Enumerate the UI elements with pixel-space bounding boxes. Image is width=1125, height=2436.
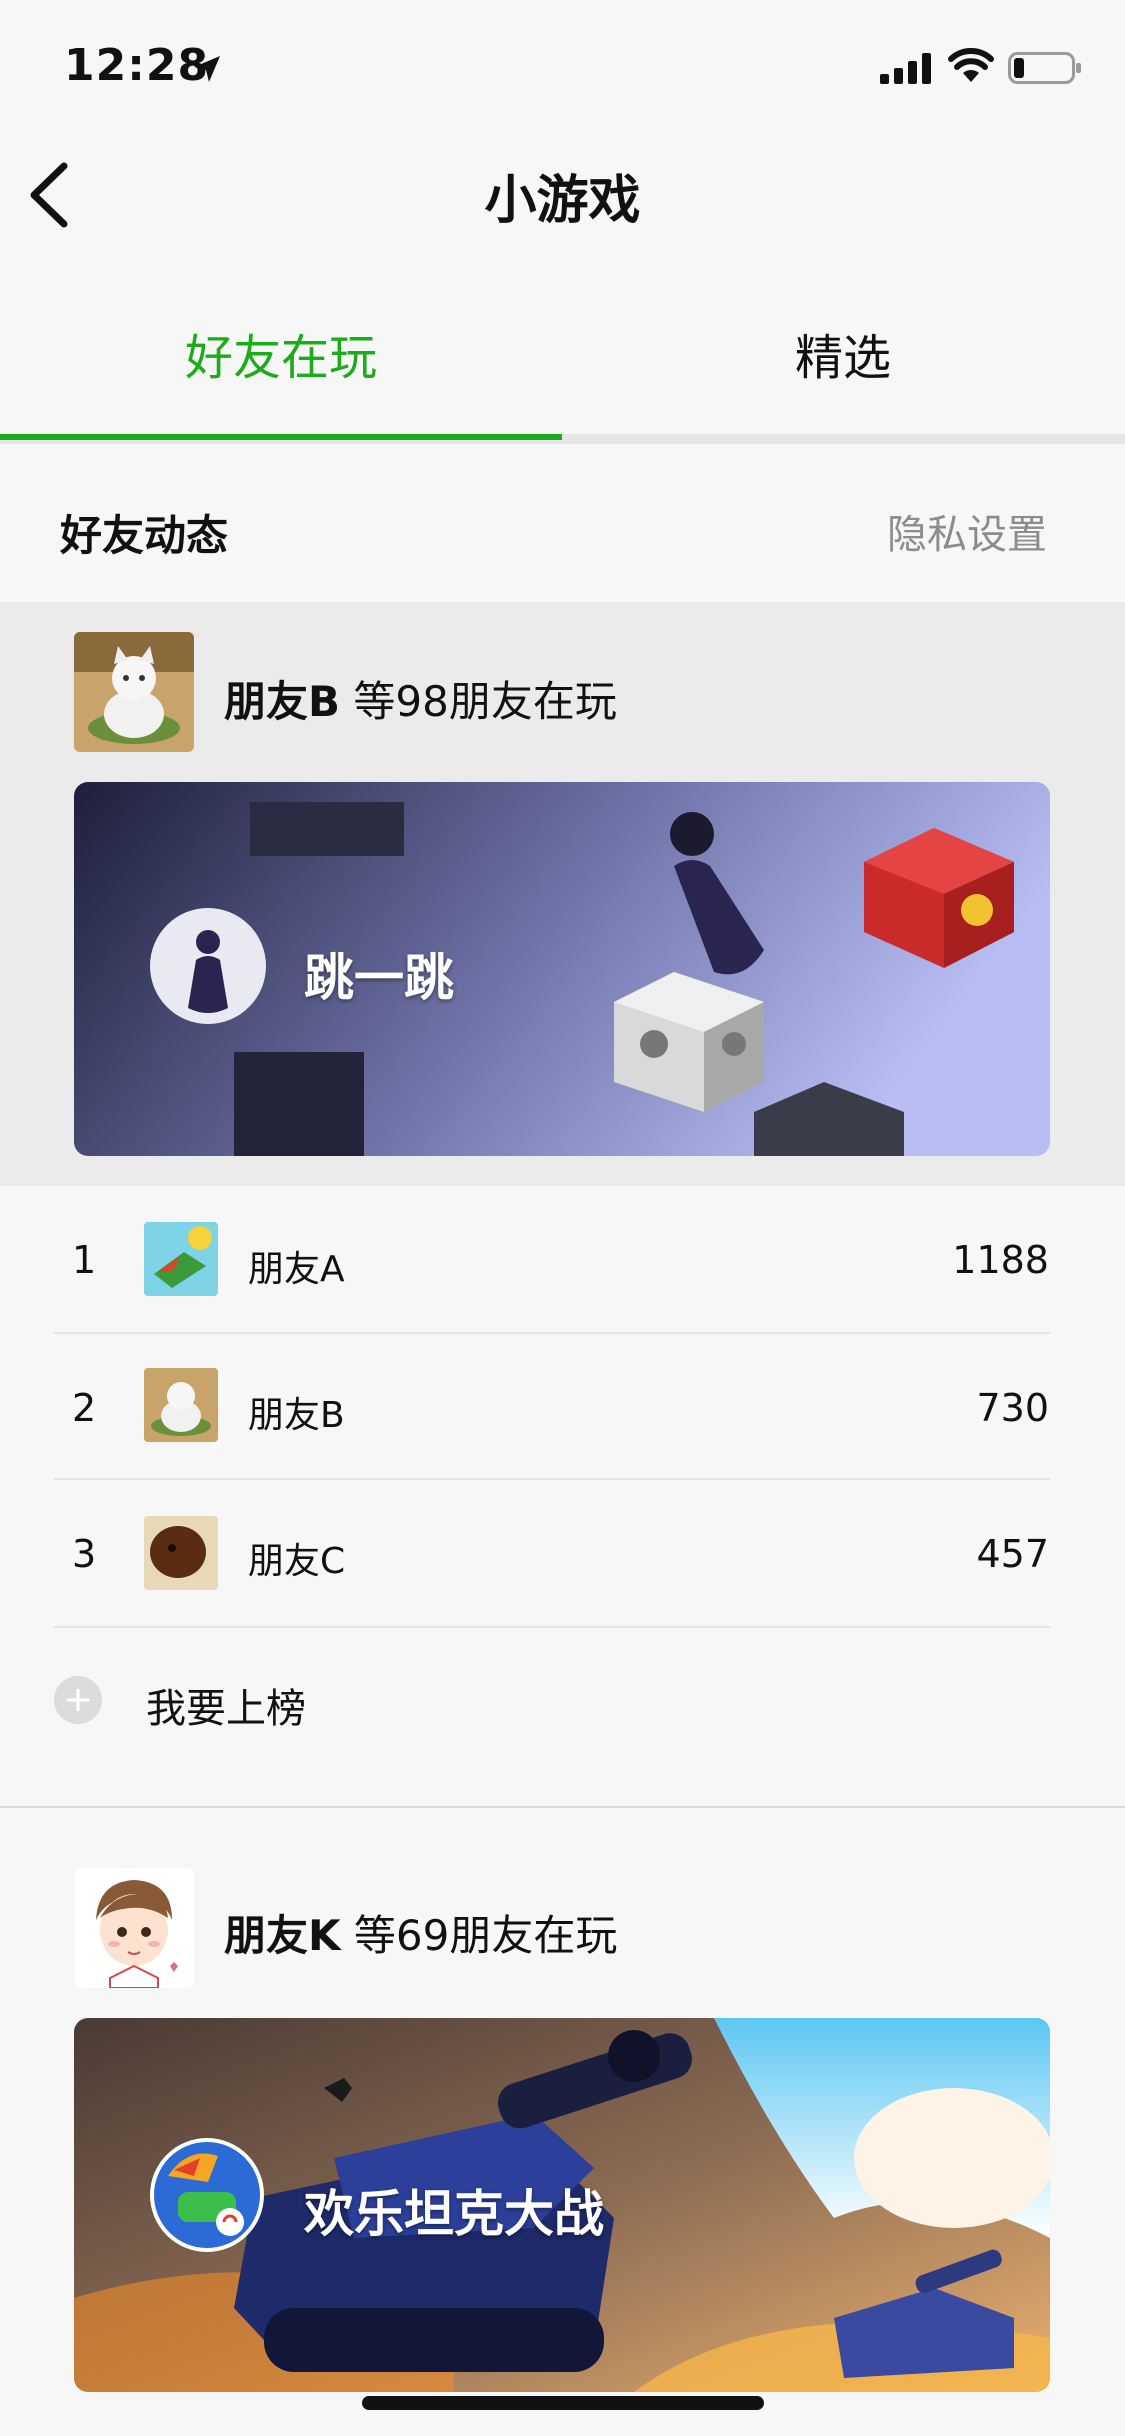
leaderboard-row[interactable]: 3 朋友C 457 — [0, 1480, 1125, 1626]
game-name: 跳一跳 — [304, 949, 454, 1007]
game-banner[interactable]: 欢乐坦克大战 — [74, 2018, 1050, 2392]
row-divider — [54, 1626, 1050, 1628]
rank-avatar — [144, 1222, 218, 1296]
game-name: 欢乐坦克大战 — [304, 2185, 604, 2243]
status-time: 12:28 — [64, 40, 210, 91]
game-banner[interactable]: 跳一跳 — [74, 782, 1050, 1156]
tab-featured[interactable]: 精选 — [562, 318, 1124, 388]
section-title: 好友动态 — [60, 511, 229, 560]
tab-active-indicator — [0, 434, 562, 440]
page-title: 小游戏 — [484, 171, 641, 231]
location-arrow-icon — [194, 56, 220, 82]
rank-score: 1188 — [952, 1238, 1049, 1282]
rank-number: 3 — [72, 1532, 97, 1576]
friend-count-text: 等69朋友在玩 — [353, 1911, 618, 1960]
battery-icon — [1008, 52, 1081, 84]
friend-avatar[interactable] — [74, 632, 194, 752]
rank-score: 457 — [976, 1532, 1049, 1576]
cellular-signal-icon — [880, 53, 931, 84]
join-leaderboard-button[interactable]: 我要上榜 — [146, 1676, 306, 1734]
plus-circle-icon[interactable] — [54, 1676, 102, 1724]
friend-count-text: 等98朋友在玩 — [353, 677, 617, 726]
rank-number: 1 — [72, 1238, 97, 1282]
rank-name: 朋友C — [248, 1541, 346, 1582]
rank-number: 2 — [72, 1386, 97, 1430]
section-divider — [0, 1806, 1125, 1808]
home-indicator — [362, 2396, 764, 2410]
rank-name: 朋友A — [248, 1249, 345, 1290]
leaderboard-row[interactable]: 2 朋友B 730 — [0, 1334, 1125, 1480]
privacy-settings-link[interactable]: 隐私设置 — [887, 502, 1047, 560]
rank-avatar — [144, 1516, 218, 1590]
friend-playing-line: 朋友K 等69朋友在玩 — [224, 1902, 617, 1963]
rank-name: 朋友B — [248, 1395, 345, 1436]
friend-name[interactable]: 朋友B — [224, 677, 340, 726]
tab-friends-playing[interactable]: 好友在玩 — [0, 318, 562, 388]
friend-name[interactable]: 朋友K — [224, 1911, 341, 1960]
jump-game-artwork — [74, 782, 1050, 1156]
wifi-icon — [948, 48, 994, 82]
friend-playing-line: 朋友B 等98朋友在玩 — [224, 668, 617, 729]
friend-avatar[interactable] — [74, 1868, 194, 1988]
leaderboard-row[interactable]: 1 朋友A 1188 — [0, 1186, 1125, 1332]
tank-game-icon — [150, 2138, 264, 2252]
rank-avatar — [144, 1368, 218, 1442]
rank-score: 730 — [976, 1386, 1049, 1430]
